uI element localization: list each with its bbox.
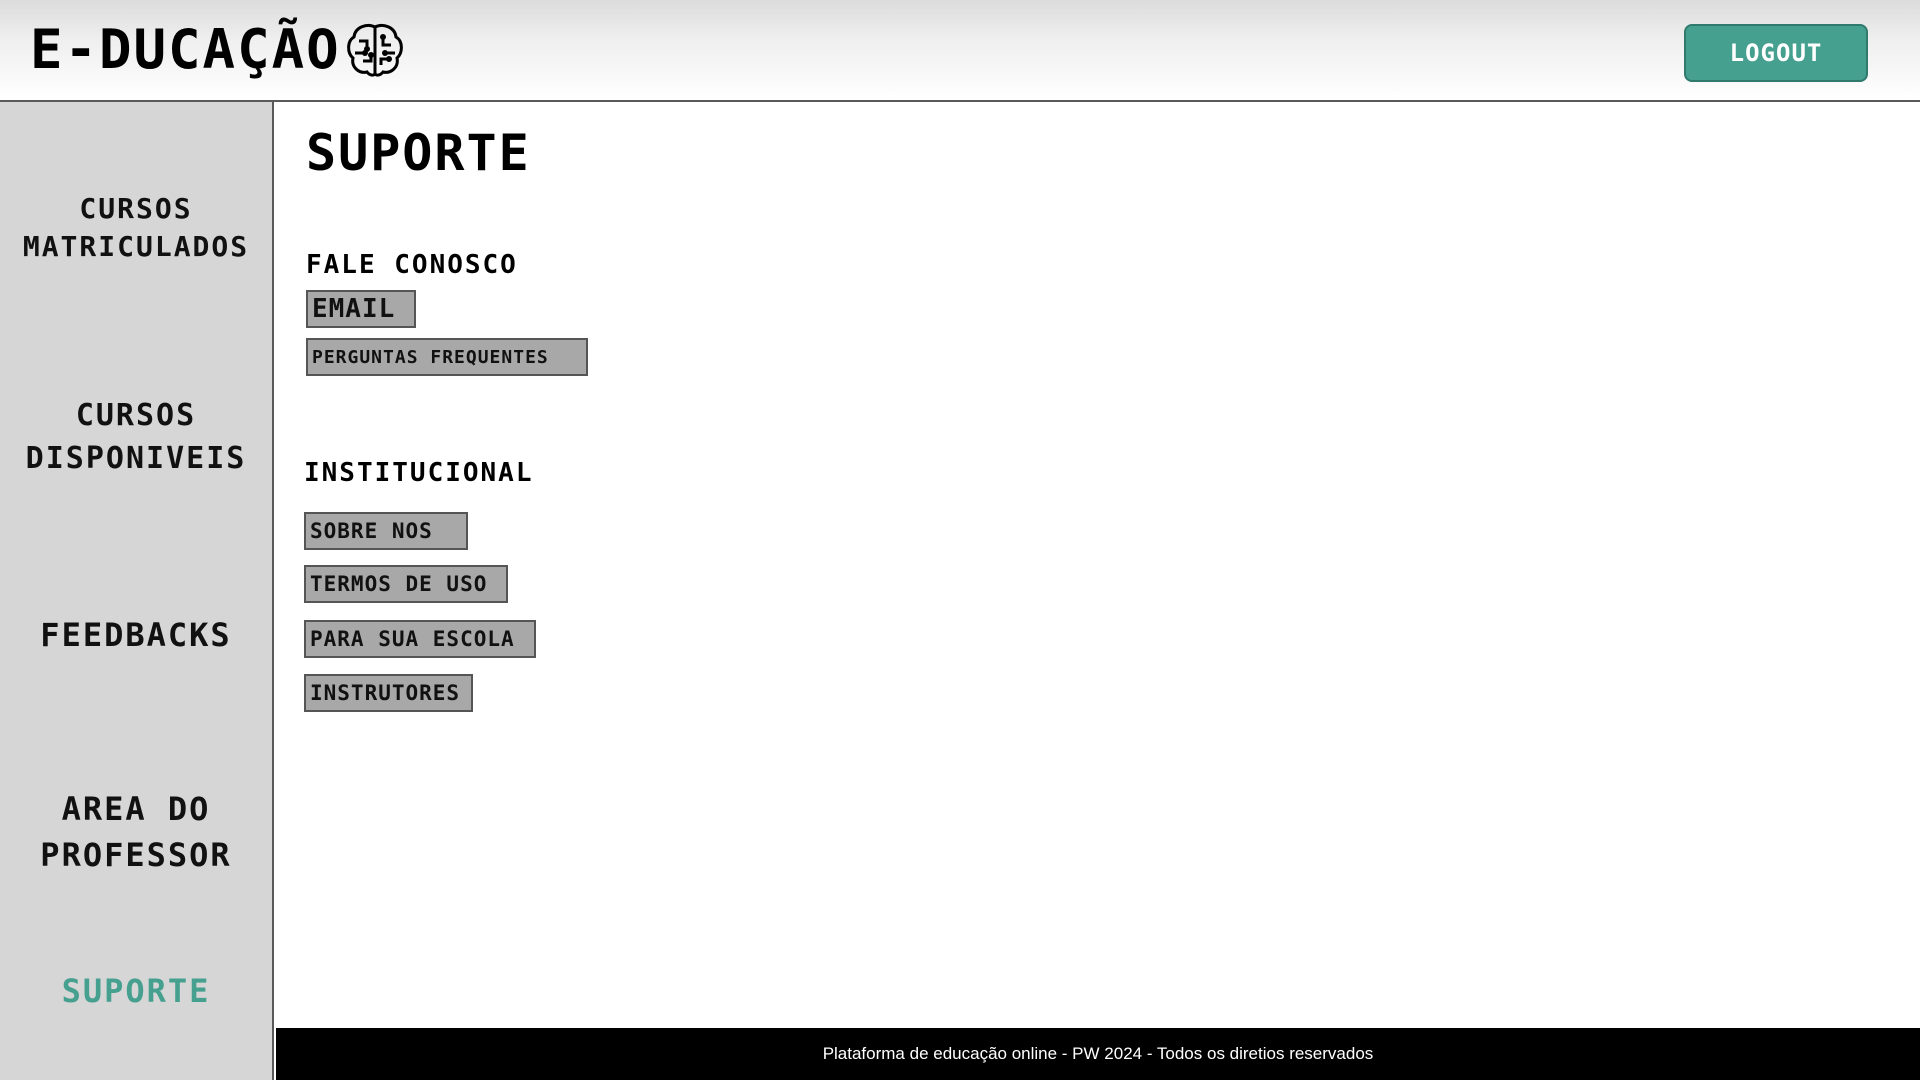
logo-text: E-DUCAÇÃO [30,18,341,81]
sidebar-item-label: DISPONIVEIS [25,441,247,476]
sidebar-item-label: MATRICULADOS [22,230,250,263]
section-title-institutional: INSTITUCIONAL [304,458,534,488]
instrutores-button[interactable]: INSTRUTORES [304,674,473,712]
sidebar-item-suporte[interactable]: SUPORTE [0,972,272,1010]
sidebar-item-label: PROFESSOR [40,836,232,874]
header: E-DUCAÇÃO LOGOUT [0,0,1920,102]
section-title-contact: FALE CONOSCO [306,250,518,280]
sidebar-item-label: CURSOS [79,192,193,225]
footer: Plataforma de educação online - PW 2024 … [276,1028,1920,1080]
faq-button[interactable]: PERGUNTAS FREQUENTES [306,338,588,376]
sidebar-item-label: CURSOS [75,398,197,433]
sobre-nos-button[interactable]: SOBRE NOS [304,512,468,550]
logo[interactable]: E-DUCAÇÃO [30,20,405,80]
footer-text: Plataforma de educação online - PW 2024 … [822,1044,1374,1063]
sidebar-item-label: SUPORTE [61,972,211,1010]
brain-icon [346,23,403,77]
page-title: SUPORTE [306,124,531,182]
main-content: SUPORTE FALE CONOSCO EMAIL PERGUNTAS FRE… [276,104,1920,1028]
para-sua-escola-button[interactable]: PARA SUA ESCOLA [304,620,536,658]
sidebar-item-feedbacks[interactable]: FEEDBACKS [0,616,272,654]
sidebar: CURSOS MATRICULADOS CURSOS DISPONIVEIS F… [0,102,274,1080]
termos-de-uso-button[interactable]: TERMOS DE USO [304,565,508,603]
sidebar-item-cursos-matriculados[interactable]: CURSOS MATRICULADOS [0,190,272,266]
sidebar-item-label: FEEDBACKS [40,616,232,654]
sidebar-item-label: AREA DO [61,790,211,828]
sidebar-item-area-do-professor[interactable]: AREA DO PROFESSOR [0,786,272,878]
logout-button[interactable]: LOGOUT [1684,24,1868,82]
email-button[interactable]: EMAIL [306,290,416,328]
sidebar-item-cursos-disponiveis[interactable]: CURSOS DISPONIVEIS [0,394,272,480]
